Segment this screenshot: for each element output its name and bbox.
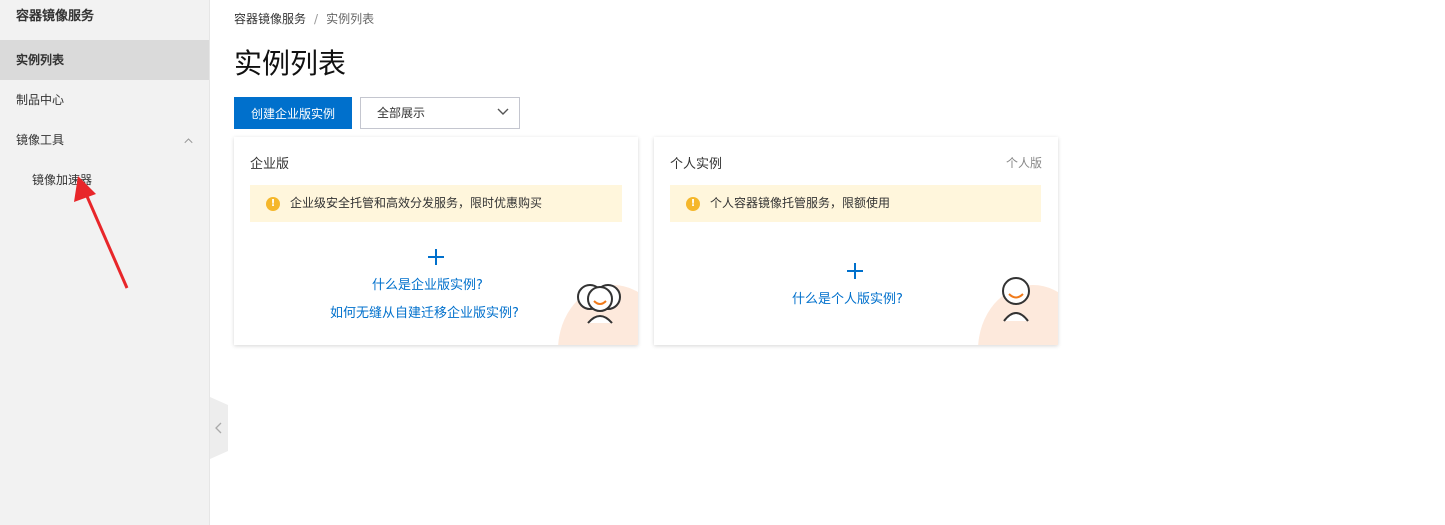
team-avatar-icon bbox=[577, 284, 621, 324]
card-tag: 个人版 bbox=[1005, 156, 1042, 170]
sidebar-collapse-handle[interactable] bbox=[210, 397, 228, 459]
sidebar-item-instance-list[interactable]: 实例列表 bbox=[0, 40, 209, 80]
chevron-up-icon[interactable] bbox=[184, 136, 193, 145]
notice-text: 个人容器镜像托管服务，限额使用 bbox=[710, 196, 891, 210]
sidebar-item-image-tools[interactable]: 镜像工具 bbox=[0, 120, 209, 160]
breadcrumb: 容器镜像服务 / 实例列表 bbox=[234, 10, 374, 27]
create-enterprise-instance-button[interactable]: 创建企业版实例 bbox=[234, 97, 352, 129]
display-filter-value: 全部展示 bbox=[377, 106, 426, 120]
page-title: 实例列表 bbox=[234, 47, 347, 80]
sidebar-item-label: 实例列表 bbox=[16, 53, 65, 67]
what-is-enterprise-link[interactable]: 什么是企业版实例? bbox=[372, 274, 483, 293]
notice-banner: ! 企业级安全托管和高效分发服务，限时优惠购买 bbox=[250, 185, 622, 222]
notice-banner: ! 个人容器镜像托管服务，限额使用 bbox=[670, 185, 1041, 222]
sidebar-item-label: 镜像工具 bbox=[16, 133, 65, 147]
sidebar-item-label: 制品中心 bbox=[16, 93, 65, 107]
warning-icon: ! bbox=[686, 197, 700, 211]
warning-icon: ! bbox=[266, 197, 280, 211]
user-avatar-icon bbox=[1002, 277, 1030, 322]
card-title: 个人实例 bbox=[670, 157, 723, 172]
card-title: 企业版 bbox=[250, 157, 290, 172]
chevron-left-icon bbox=[215, 422, 223, 434]
personal-instance-card: 个人实例 个人版 ! 个人容器镜像托管服务，限额使用 什么是个人版实例? bbox=[654, 137, 1058, 345]
chevron-down-icon bbox=[497, 108, 509, 115]
notice-text: 企业级安全托管和高效分发服务，限时优惠购买 bbox=[290, 196, 543, 210]
sidebar-item-image-accelerator[interactable]: 镜像加速器 bbox=[0, 160, 209, 200]
plus-icon[interactable] bbox=[426, 247, 446, 267]
breadcrumb-current: 实例列表 bbox=[326, 12, 375, 26]
breadcrumb-separator: / bbox=[314, 12, 319, 26]
display-filter-select[interactable]: 全部展示 bbox=[360, 97, 520, 129]
migrate-enterprise-link[interactable]: 如何无缝从自建迁移企业版实例? bbox=[330, 302, 519, 321]
what-is-personal-link[interactable]: 什么是个人版实例? bbox=[792, 288, 903, 307]
sidebar-item-artifact-center[interactable]: 制品中心 bbox=[0, 80, 209, 120]
plus-icon[interactable] bbox=[845, 261, 865, 281]
sidebar: 容器镜像服务 实例列表 制品中心 镜像工具 镜像加速器 bbox=[0, 0, 210, 525]
enterprise-instance-card: 企业版 ! 企业级安全托管和高效分发服务，限时优惠购买 什么是企业版实例? 如何… bbox=[234, 137, 638, 345]
breadcrumb-root[interactable]: 容器镜像服务 bbox=[234, 12, 306, 26]
sidebar-item-label: 镜像加速器 bbox=[32, 173, 93, 187]
sidebar-title: 容器镜像服务 bbox=[16, 9, 95, 24]
